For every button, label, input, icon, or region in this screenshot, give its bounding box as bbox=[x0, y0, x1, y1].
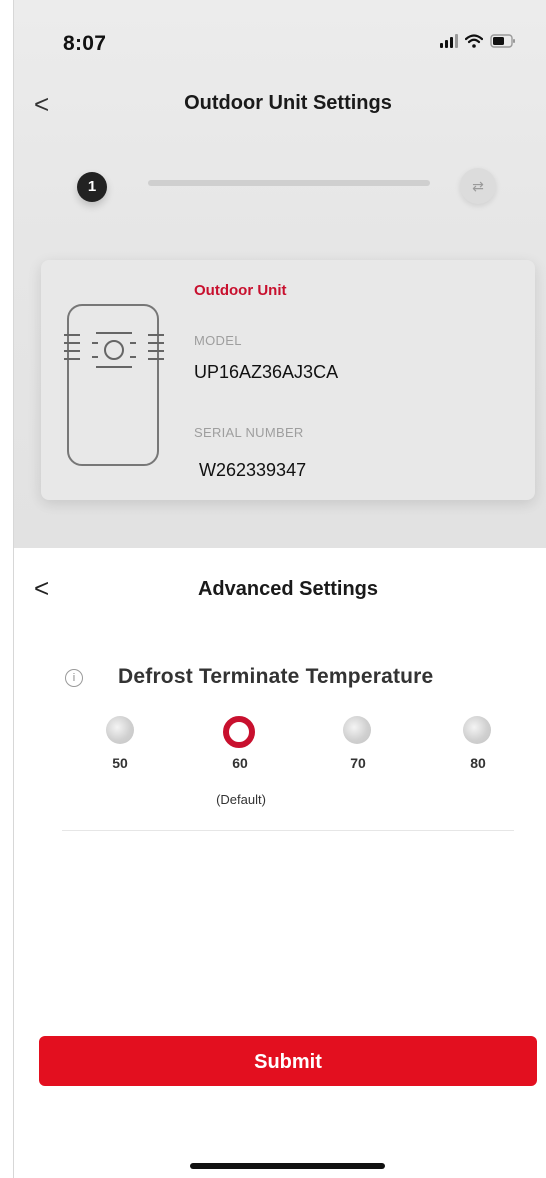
wifi-icon bbox=[465, 34, 483, 48]
step-progress-line bbox=[148, 180, 430, 186]
option-value-70: 70 bbox=[350, 755, 366, 771]
status-icons bbox=[440, 34, 516, 48]
serial-number-label: SERIAL NUMBER bbox=[194, 425, 304, 440]
option-value-60: 60 bbox=[232, 755, 248, 771]
battery-icon bbox=[490, 34, 516, 48]
outdoor-unit-icon bbox=[62, 303, 172, 473]
default-note: (Default) bbox=[216, 792, 266, 807]
sheet-title: Advanced Settings bbox=[197, 578, 379, 600]
radio-option-60[interactable] bbox=[223, 716, 255, 748]
status-time: 8:07 bbox=[63, 32, 107, 55]
home-indicator[interactable] bbox=[190, 1163, 385, 1169]
signal-icon bbox=[440, 34, 458, 48]
submit-button[interactable]: Submit bbox=[39, 1036, 537, 1086]
radio-option-70[interactable] bbox=[343, 716, 371, 744]
section-divider bbox=[62, 830, 514, 831]
model-value: UP16AZ36AJ3CA bbox=[194, 362, 339, 382]
radio-option-80[interactable] bbox=[463, 716, 491, 744]
setting-label: Defrost Terminate Temperature bbox=[118, 665, 434, 688]
info-icon[interactable]: i bbox=[65, 669, 83, 687]
option-value-50: 50 bbox=[112, 755, 128, 771]
unit-card-heading: Outdoor Unit bbox=[194, 282, 287, 299]
step-indicator-1: 1 bbox=[77, 172, 107, 202]
option-value-80: 80 bbox=[470, 755, 486, 771]
swap-icon: ⇄ bbox=[460, 168, 496, 204]
serial-number-value: W262339347 bbox=[199, 460, 307, 480]
radio-option-50[interactable] bbox=[106, 716, 134, 744]
model-label: MODEL bbox=[194, 333, 242, 348]
page-title: Outdoor Unit Settings bbox=[184, 92, 392, 114]
